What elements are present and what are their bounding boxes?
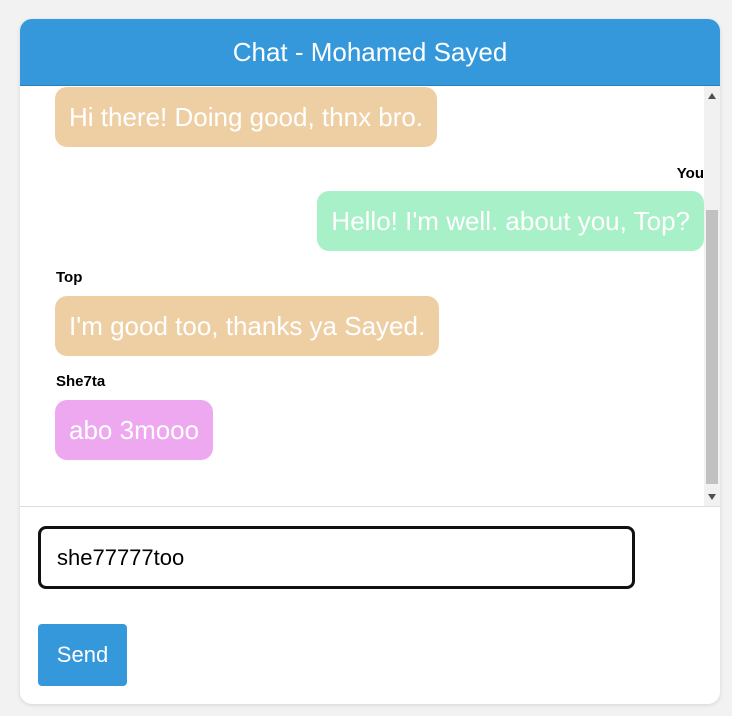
message-bubble-received: Hi there! Doing good, thnx bro. bbox=[55, 87, 438, 147]
messages-scrollbar[interactable] bbox=[704, 86, 720, 506]
chat-window: Chat - Mohamed Sayed Hi there! Doing goo… bbox=[20, 19, 720, 704]
message-list[interactable]: Hi there! Doing good, thnx bro. You Hell… bbox=[20, 86, 720, 507]
composer: Send bbox=[20, 507, 720, 703]
send-button[interactable]: Send bbox=[38, 624, 127, 686]
message-sender: She7ta bbox=[56, 373, 106, 390]
message-sender: Top bbox=[56, 269, 83, 286]
message-text: abo 3mooo bbox=[69, 414, 200, 445]
scrollbar-thumb[interactable] bbox=[706, 210, 718, 484]
message-bubble-sent: Hello! I'm well. about you, Top? bbox=[317, 191, 704, 251]
message-bubble-received: I'm good too, thanks ya Sayed. bbox=[55, 296, 440, 356]
triangle-down-icon[interactable] bbox=[704, 489, 720, 505]
message-text: Hello! I'm well. about you, Top? bbox=[331, 205, 690, 236]
message-sender: You bbox=[676, 165, 704, 182]
message-input[interactable] bbox=[38, 526, 635, 589]
chat-header: Chat - Mohamed Sayed bbox=[20, 19, 720, 86]
message-text: I'm good too, thanks ya Sayed. bbox=[69, 310, 426, 341]
message-bubble-received: abo 3mooo bbox=[55, 400, 214, 460]
triangle-up-icon[interactable] bbox=[704, 88, 720, 104]
message-text: Hi there! Doing good, thnx bro. bbox=[69, 101, 424, 132]
chat-title: Chat - Mohamed Sayed bbox=[232, 36, 508, 67]
